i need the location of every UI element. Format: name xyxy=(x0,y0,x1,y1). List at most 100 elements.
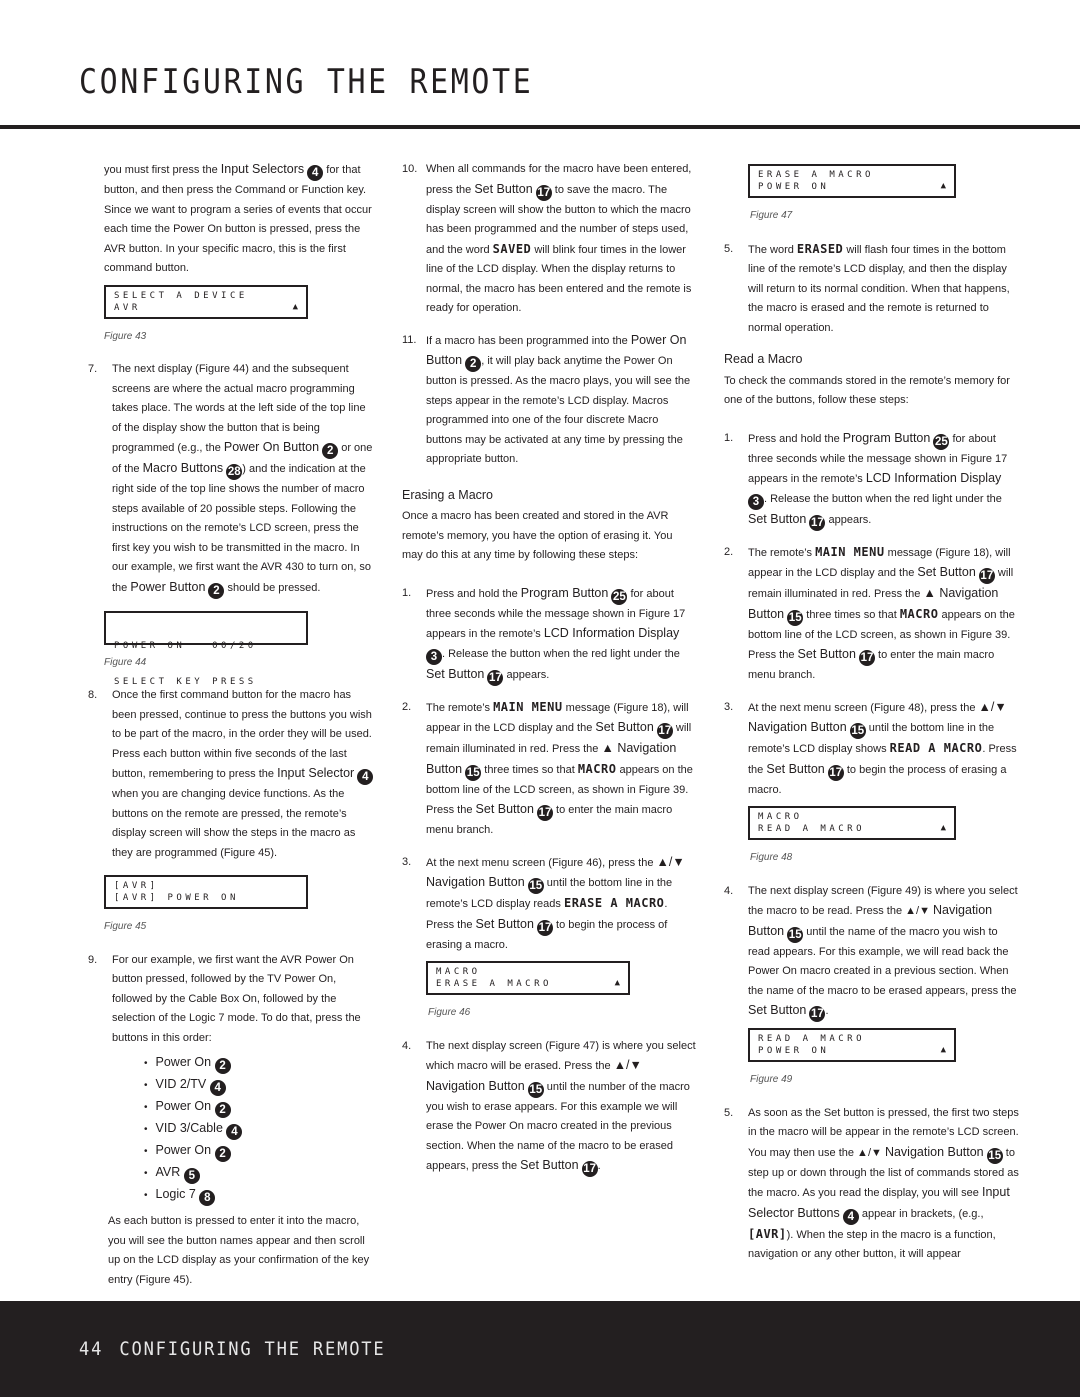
figure-caption: Figure 48 xyxy=(750,852,793,863)
button-number-badge: 25 xyxy=(611,588,628,605)
button-number-badge: 15 xyxy=(527,878,544,894)
step-7: 7. The next display (Figure 44) and the … xyxy=(88,363,373,599)
section-heading-erasing: Erasing a Macro xyxy=(402,487,494,502)
column-3: ERASE A MACRO POWER ON ▲ Figure 47 5. Th… xyxy=(724,164,1019,1277)
button-number-badge: 17 xyxy=(535,184,552,201)
read-step-5: 5. As soon as the Set button is pressed,… xyxy=(724,1106,1019,1261)
up-arrow-icon: ▲ xyxy=(940,181,946,191)
button-number-badge: 17 xyxy=(978,568,995,584)
read-step-1: 1. Press and hold the Program Button 25 … xyxy=(724,430,1008,531)
lcd-figure-49: READ A MACRO POWER ON ▲ xyxy=(748,1028,956,1062)
button-number-badge: 17 xyxy=(809,1006,826,1022)
intro-paragraph: you must first press the Input Selectors… xyxy=(104,162,372,274)
lcd-word: ERASED xyxy=(796,241,844,256)
section-intro: Once a macro has been created and stored… xyxy=(402,510,673,561)
button-number-badge: 17 xyxy=(536,919,553,936)
step-11: 11. If a macro has been programmed into … xyxy=(402,332,691,466)
button-number-badge: 4 xyxy=(209,1080,226,1096)
list-item: VID 2/TV 4 xyxy=(144,1074,374,1096)
erase-step-3: 3. At the next menu screen (Figure 46), … xyxy=(402,854,685,951)
erase-step-4: 4. The next display screen (Figure 47) i… xyxy=(402,1039,696,1177)
button-number-badge: 3 xyxy=(426,648,442,665)
read-step-3: 3. At the next menu screen (Figure 48), … xyxy=(724,699,1017,796)
list-item: VID 3/Cable 4 xyxy=(144,1118,374,1140)
button-number-badge: 4 xyxy=(842,1208,859,1225)
step-10: 10. When all commands for the macro have… xyxy=(402,163,692,314)
button-number-badge: 2 xyxy=(208,582,225,599)
figure-caption: Figure 49 xyxy=(750,1074,793,1085)
button-sequence-list: Power On 2 VID 2/TV 4 Power On 2 VID 3/C… xyxy=(104,1052,374,1206)
lcd-word: SAVED xyxy=(492,241,532,256)
lcd-word: MAIN MENU xyxy=(815,544,885,559)
button-number-badge: 17 xyxy=(536,805,553,821)
button-number-badge: 2 xyxy=(322,443,339,459)
figure-caption: Figure 46 xyxy=(428,1007,471,1018)
up-arrow-icon: ▲ xyxy=(940,823,946,833)
lcd-word: MACRO xyxy=(899,606,939,621)
button-number-badge: 17 xyxy=(858,650,875,666)
button-number-badge: 2 xyxy=(214,1102,231,1118)
button-number-badge: 5 xyxy=(183,1168,200,1184)
lcd-figure-45: [AVR] [AVR] POWER ON xyxy=(104,875,308,909)
step-9: 9. For our example, we first want the AV… xyxy=(88,953,361,1044)
figure-caption: Figure 43 xyxy=(104,330,147,342)
section-intro: To check the commands stored in the remo… xyxy=(724,374,1010,407)
page-title: CONFIGURING THE REMOTE xyxy=(79,62,534,102)
list-item: Power On 2 xyxy=(144,1096,374,1118)
step-8: 8. Once the first command button for the… xyxy=(88,689,374,859)
read-step-4: 4. The next display screen (Figure 49) i… xyxy=(724,884,1018,1022)
button-number-badge: 3 xyxy=(748,493,764,510)
up-arrow-icon: ▲ xyxy=(292,301,298,312)
figure-caption: Figure 47 xyxy=(750,210,793,221)
figure-caption: Figure 45 xyxy=(104,921,147,932)
button-number-badge: 2 xyxy=(214,1146,231,1162)
button-number-badge: 17 xyxy=(809,514,826,531)
list-item: Power On 2 xyxy=(144,1140,374,1162)
column-2: 10. When all commands for the macro have… xyxy=(402,160,696,1189)
button-number-badge: 17 xyxy=(581,1161,598,1177)
button-number-badge: 15 xyxy=(849,723,866,739)
lcd-word: MAIN MENU xyxy=(493,699,563,714)
up-arrow-icon: ▲ xyxy=(614,978,620,988)
lcd-figure-46: MACRO ERASE A MACRO ▲ xyxy=(426,961,630,995)
button-number-badge: 15 xyxy=(465,764,482,781)
button-number-badge: 2 xyxy=(214,1058,231,1074)
list-item: AVR 5 xyxy=(144,1162,374,1184)
footer-title: CONFIGURING THE REMOTE xyxy=(119,1338,386,1360)
button-number-badge: 25 xyxy=(933,433,950,450)
button-number-badge: 15 xyxy=(787,926,804,943)
section-heading-read: Read a Macro xyxy=(724,352,803,366)
lcd-word: ERASE A MACRO xyxy=(563,896,665,910)
column-1: you must first press the Input Selectors… xyxy=(88,160,374,1290)
list-item: Power On 2 xyxy=(144,1052,374,1074)
read-step-2: 2. The remote’s MAIN MENU message (Figur… xyxy=(724,544,1015,682)
erase-step-1: 1. Press and hold the Program Button 25 … xyxy=(402,585,686,686)
lcd-word: MACRO xyxy=(577,761,617,776)
sequence-note: As each button is pressed to enter it in… xyxy=(108,1215,370,1286)
button-number-badge: 28 xyxy=(226,464,243,480)
up-arrow-icon: ▲ xyxy=(940,1045,946,1055)
button-number-badge: 15 xyxy=(986,1147,1003,1164)
button-number-badge: 4 xyxy=(307,165,324,181)
lcd-figure-48: MACRO READ A MACRO ▲ xyxy=(748,806,956,840)
lcd-figure-47: ERASE A MACRO POWER ON ▲ xyxy=(748,164,956,198)
lcd-word: READ A MACRO xyxy=(889,741,983,755)
erase-step-5: 5. The word ERASED will flash four times… xyxy=(724,241,1010,334)
list-item: Logic 7 8 xyxy=(144,1184,374,1206)
page-number: 44 xyxy=(79,1338,104,1360)
button-number-badge: 17 xyxy=(487,669,504,686)
button-number-badge: 17 xyxy=(827,764,844,781)
erase-step-2: 2. The remote’s MAIN MENU message (Figur… xyxy=(402,699,693,837)
button-number-badge: 4 xyxy=(226,1124,243,1140)
button-number-badge: 15 xyxy=(787,609,804,626)
lcd-word: [AVR] xyxy=(748,1226,787,1241)
title-rule xyxy=(0,125,1080,129)
page-footer: 44 CONFIGURING THE REMOTE xyxy=(0,1301,1080,1397)
button-number-badge: 17 xyxy=(656,723,673,739)
lcd-figure-43: SELECT A DEVICE AVR ▲ xyxy=(104,284,308,319)
button-number-badge: 8 xyxy=(199,1190,216,1206)
lcd-figure-44: POWER ON 00/20 SELECT KEY PRESS xyxy=(104,610,308,687)
button-number-badge: 15 xyxy=(527,1081,544,1098)
button-number-badge: 2 xyxy=(465,356,482,372)
button-number-badge: 4 xyxy=(357,769,374,785)
